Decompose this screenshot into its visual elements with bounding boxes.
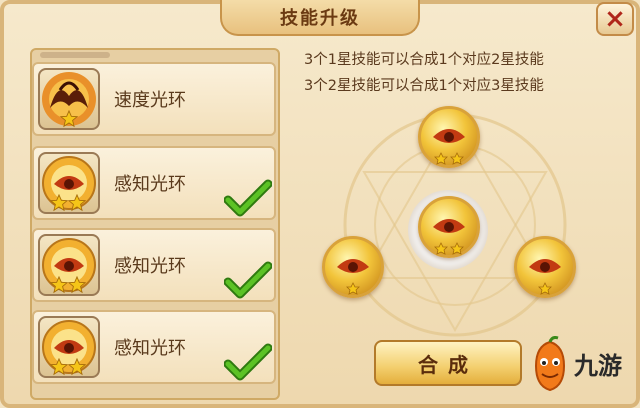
rule-text-line-2: 3个2星技能可以合成1个对应3星技能 <box>304 78 544 94</box>
checkmark-icon <box>224 179 272 217</box>
checkmark-icon <box>224 261 272 299</box>
brand-logo: 九游 <box>528 336 640 396</box>
close-icon: × <box>604 4 626 34</box>
synthesis-slot-top[interactable] <box>418 106 480 168</box>
star-icon <box>60 110 78 128</box>
skill-name: 感知光环 <box>114 338 186 359</box>
close-button[interactable]: × <box>596 2 634 36</box>
synthesis-slot-left[interactable] <box>322 236 384 298</box>
golden-eye-icon <box>433 129 465 165</box>
star-icon <box>68 194 86 212</box>
merge-button-label: 合成 <box>418 352 478 377</box>
star-icon <box>50 358 68 376</box>
skill-name: 感知光环 <box>114 174 186 195</box>
window-title: 技能升级 <box>280 8 360 29</box>
pepper-mascot-icon <box>534 336 566 392</box>
star-icon <box>68 358 86 376</box>
rule-text-line-1: 3个1星技能可以合成1个对应2星技能 <box>304 52 544 68</box>
skill-row-perception-aura[interactable]: 感知光环 <box>32 310 276 384</box>
scroll-indicator[interactable] <box>40 52 110 58</box>
golden-eye-icon <box>433 219 465 255</box>
star-icon <box>50 194 68 212</box>
window-title-bar: 技能升级 <box>220 0 420 36</box>
skill-row-perception-aura[interactable]: 感知光环 <box>32 146 276 220</box>
golden-eye-icon <box>529 259 561 295</box>
star-icon <box>50 276 68 294</box>
synthesis-slot-right[interactable] <box>514 236 576 298</box>
merge-button[interactable]: 合成 <box>374 340 522 386</box>
skill-name: 感知光环 <box>114 256 186 277</box>
phoenix-wings-icon <box>38 68 100 130</box>
golden-eye-icon <box>337 259 369 295</box>
brand-name: 九游 <box>574 352 622 380</box>
star-icon <box>68 276 86 294</box>
golden-eye-icon <box>38 316 100 378</box>
skill-row-speed-aura[interactable]: 速度光环 <box>32 62 276 136</box>
checkmark-icon <box>224 343 272 381</box>
synthesis-slot-center[interactable] <box>418 196 480 258</box>
golden-eye-icon <box>38 152 100 214</box>
golden-eye-icon <box>38 234 100 296</box>
skill-name: 速度光环 <box>114 90 186 111</box>
skill-row-perception-aura[interactable]: 感知光环 <box>32 228 276 302</box>
